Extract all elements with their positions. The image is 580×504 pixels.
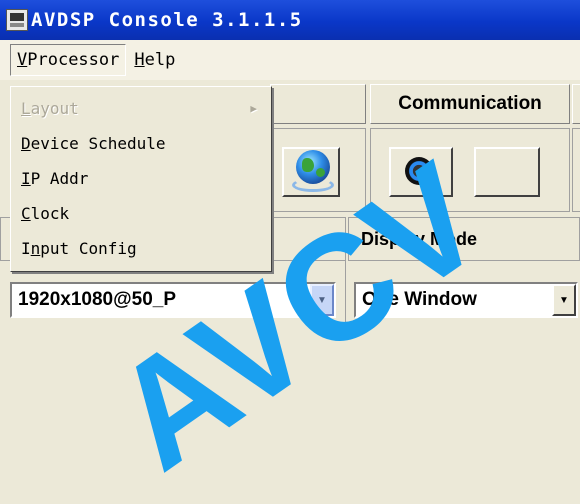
window-title: AVDSP Console 3.1.1.5 xyxy=(31,9,303,31)
menu-item-mnemonic: n xyxy=(30,239,41,258)
menu-item-mnemonic: L xyxy=(21,99,31,118)
menu-label: elp xyxy=(144,50,176,70)
menu-help[interactable]: Help xyxy=(126,45,183,75)
chevron-down-icon[interactable]: ▼ xyxy=(310,284,334,316)
title-bar: AVDSP Console 3.1.1.5 xyxy=(0,0,580,40)
menu-item-label: P Addr xyxy=(30,169,89,188)
display-mode-select[interactable]: One Window ▼ xyxy=(354,282,578,318)
menu-item-prefix: I xyxy=(21,239,31,258)
menu-item-clock[interactable]: Clock xyxy=(11,196,271,231)
menu-item-label: lock xyxy=(30,204,70,223)
resolution-value: 1920x1080@50_P xyxy=(18,289,177,310)
submenu-arrow-icon: ▶ xyxy=(250,102,257,115)
tab-communication[interactable]: Communication xyxy=(370,84,570,124)
app-icon xyxy=(6,9,28,31)
menu-item-label: ayout xyxy=(30,99,79,118)
menu-bar: V Processor Help xyxy=(0,40,580,80)
menu-mnemonic: H xyxy=(134,50,145,70)
menu-item-input-config[interactable]: In put Config xyxy=(11,231,271,266)
vprocessor-dropdown-menu: Layout ▶ Device Schedule IP Addr Clock I… xyxy=(10,86,272,272)
blank-button[interactable] xyxy=(474,147,540,197)
display-mode-value: One Window xyxy=(362,289,477,310)
menu-item-mnemonic: D xyxy=(21,134,31,153)
menu-item-label: put Config xyxy=(40,239,137,258)
chevron-down-icon[interactable]: ▼ xyxy=(552,284,576,316)
menu-item-layout[interactable]: Layout ▶ xyxy=(11,91,271,126)
menu-item-mnemonic: C xyxy=(21,204,31,223)
toolbar-tile xyxy=(572,128,580,212)
menu-item-device-schedule[interactable]: Device Schedule xyxy=(11,126,271,161)
tab-partial[interactable] xyxy=(572,84,580,124)
resolution-select[interactable]: 1920x1080@50_P ▼ xyxy=(10,282,336,318)
menu-item-mnemonic: I xyxy=(21,169,31,188)
display-mode-header: Display Mode xyxy=(348,217,580,261)
menu-item-ip-addr[interactable]: IP Addr xyxy=(11,161,271,196)
menu-mnemonic: V xyxy=(17,50,28,70)
menu-vprocessor[interactable]: V Processor xyxy=(10,44,127,76)
menu-label: Processor xyxy=(27,50,120,70)
record-icon xyxy=(405,157,433,185)
tab-unlabeled[interactable] xyxy=(270,84,366,124)
menu-item-label: evice Schedule xyxy=(30,134,166,153)
globe-ring-icon xyxy=(292,178,334,192)
